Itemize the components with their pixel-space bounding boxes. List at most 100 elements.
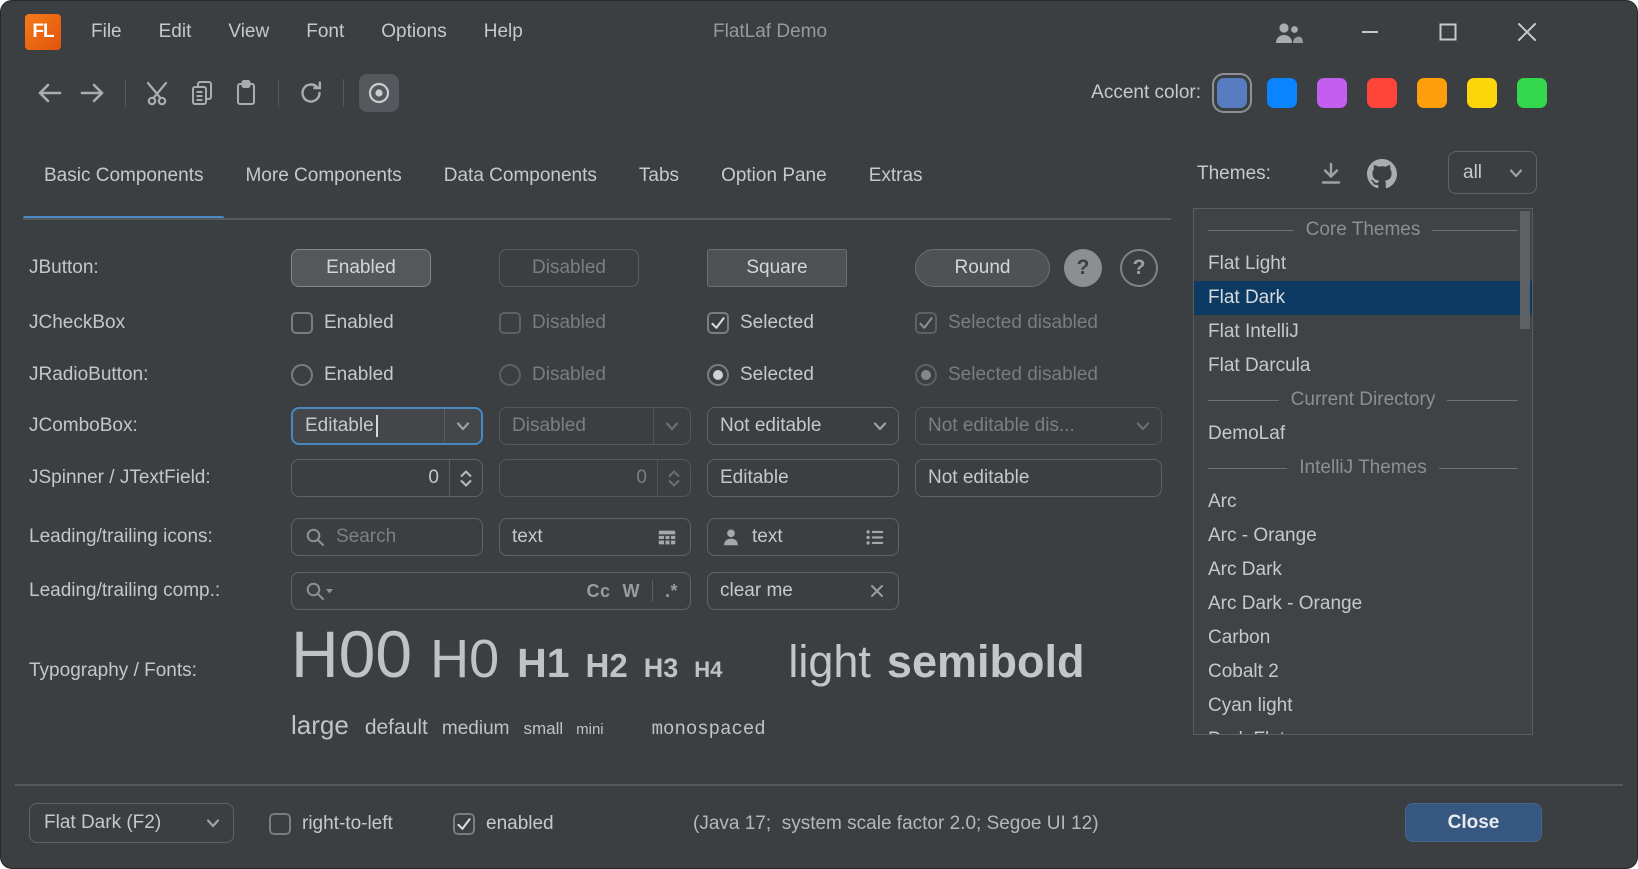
radio-selected-disabled[interactable]: Selected disabled <box>915 364 1162 386</box>
theme-list-item[interactable]: Cyan light <box>1194 689 1532 723</box>
theme-list-item[interactable]: Core Themes <box>1194 213 1532 247</box>
menu-item[interactable]: View <box>228 21 269 43</box>
accent-swatch[interactable] <box>1217 78 1247 108</box>
chevron-down-icon <box>1125 408 1161 444</box>
theme-list-item[interactable]: Dark Flat <box>1194 723 1532 735</box>
theme-list-item[interactable]: Flat IntelliJ <box>1194 315 1532 349</box>
accent-swatch[interactable] <box>1367 78 1397 108</box>
minimize-button[interactable] <box>1359 21 1381 43</box>
combobox-not-editable[interactable]: Not editable <box>707 407 899 445</box>
theme-list-item[interactable]: Flat Dark <box>1194 281 1532 315</box>
combobox-disabled[interactable]: Disabled <box>499 407 691 445</box>
theme-list-item[interactable]: Cobalt 2 <box>1194 655 1532 689</box>
accent-swatch[interactable] <box>1417 78 1447 108</box>
menu-item[interactable]: Help <box>484 21 523 43</box>
accent-swatch[interactable] <box>1267 78 1297 108</box>
checkbox-selected-disabled[interactable]: Selected disabled <box>915 312 1162 334</box>
theme-list-item[interactable]: DemoLaf <box>1194 417 1532 451</box>
text-field-table[interactable]: text <box>499 518 691 556</box>
menu-item[interactable]: Options <box>381 21 446 43</box>
accent-swatch[interactable] <box>1467 78 1497 108</box>
theme-list-item[interactable]: Arc - Orange <box>1194 519 1532 553</box>
search-field[interactable]: Search <box>291 518 483 556</box>
search-dropdown-icon[interactable] <box>304 580 334 602</box>
show-icon[interactable] <box>359 74 399 112</box>
chevron-down-icon[interactable] <box>444 409 481 443</box>
search-field-with-options[interactable]: Cc W .* <box>291 572 691 610</box>
accent-area: Accent color: <box>1091 67 1547 119</box>
theme-list-item[interactable]: Current Directory <box>1194 383 1532 417</box>
menu-item[interactable]: Edit <box>159 21 192 43</box>
radio-enabled[interactable]: Enabled <box>291 364 483 386</box>
chevron-down-icon[interactable] <box>862 408 898 444</box>
jbutton-square[interactable]: Square <box>707 249 847 287</box>
radio-selected[interactable]: Selected <box>707 364 899 386</box>
themes-header: Themes: all <box>1197 149 1537 199</box>
close-dialog-button[interactable]: Close <box>1405 803 1542 842</box>
tab[interactable]: Tabs <box>618 149 700 220</box>
clearable-field[interactable]: clear me <box>707 572 899 610</box>
whole-word-button[interactable]: W <box>622 581 640 602</box>
clear-x-icon[interactable] <box>868 582 886 600</box>
enabled-checkbox[interactable]: enabled <box>453 801 554 847</box>
spinner-disabled[interactable]: 0 <box>499 459 691 497</box>
theme-list-item[interactable]: Carbon <box>1194 621 1532 655</box>
checkbox-box-checked <box>453 813 475 835</box>
textfield-not-editable[interactable]: Not editable <box>915 459 1162 497</box>
row-label: JButton: <box>29 257 291 279</box>
checkbox-disabled[interactable]: Disabled <box>499 312 691 334</box>
theme-list-item[interactable]: Arc Dark - Orange <box>1194 587 1532 621</box>
paste-icon[interactable] <box>229 74 263 112</box>
close-button[interactable] <box>1515 20 1539 44</box>
refresh-icon[interactable] <box>294 74 328 112</box>
back-icon[interactable] <box>32 74 66 112</box>
cut-icon[interactable] <box>141 74 175 112</box>
themes-filter-combo[interactable]: all <box>1448 151 1537 194</box>
accent-swatch[interactable] <box>1517 78 1547 108</box>
tab[interactable]: Option Pane <box>700 149 848 220</box>
download-icon[interactable] <box>1317 160 1345 188</box>
accent-swatch[interactable] <box>1317 78 1347 108</box>
theme-list-item[interactable]: Arc Dark <box>1194 553 1532 587</box>
combobox-not-editable-disabled[interactable]: Not editable dis... <box>915 407 1162 445</box>
spinner-up-down-icon[interactable] <box>449 460 482 496</box>
regex-button[interactable]: .* <box>665 581 678 602</box>
theme-list-item[interactable]: Arc <box>1194 485 1532 519</box>
combobox-editable[interactable]: Editable <box>291 407 483 445</box>
tab[interactable]: Extras <box>848 149 944 220</box>
list-icon[interactable] <box>864 526 886 548</box>
separator-line <box>1439 468 1518 469</box>
checkbox-enabled[interactable]: Enabled <box>291 312 483 334</box>
tab[interactable]: Basic Components <box>23 149 224 220</box>
row-label: Leading/trailing comp.: <box>29 580 291 602</box>
match-case-button[interactable]: Cc <box>586 581 610 602</box>
theme-list-item[interactable]: IntelliJ Themes <box>1194 451 1532 485</box>
rtl-checkbox[interactable]: right-to-left <box>269 801 393 847</box>
themes-list-scrollbar-thumb[interactable] <box>1520 211 1530 329</box>
jbutton-disabled[interactable]: Disabled <box>499 249 639 287</box>
accent-color-label: Accent color: <box>1091 82 1201 104</box>
github-icon[interactable] <box>1367 159 1397 189</box>
checkbox-selected[interactable]: Selected <box>707 312 899 334</box>
help-button-outline[interactable]: ? <box>1120 249 1158 287</box>
lookandfeel-combo[interactable]: Flat Dark (F2) <box>29 803 234 843</box>
theme-list-item[interactable]: Flat Darcula <box>1194 349 1532 383</box>
copy-icon[interactable] <box>185 74 219 112</box>
table-icon[interactable] <box>656 526 678 548</box>
jbutton-enabled[interactable]: Enabled <box>291 249 431 287</box>
textfield-editable[interactable]: Editable <box>707 459 899 497</box>
tab[interactable]: Data Components <box>423 149 618 220</box>
person-icon <box>720 526 742 548</box>
menu-item[interactable]: File <box>91 21 122 43</box>
spinner[interactable]: 0 <box>291 459 483 497</box>
tab[interactable]: More Components <box>224 149 422 220</box>
menu-item[interactable]: Font <box>306 21 344 43</box>
help-button[interactable]: ? <box>1064 249 1102 287</box>
radio-disabled[interactable]: Disabled <box>499 364 691 386</box>
maximize-button[interactable] <box>1437 21 1459 43</box>
jbutton-round[interactable]: Round <box>915 249 1050 287</box>
users-icon[interactable] <box>1273 18 1303 46</box>
forward-icon[interactable] <box>76 74 110 112</box>
theme-list-item[interactable]: Flat Light <box>1194 247 1532 281</box>
text-field-person[interactable]: text <box>707 518 899 556</box>
